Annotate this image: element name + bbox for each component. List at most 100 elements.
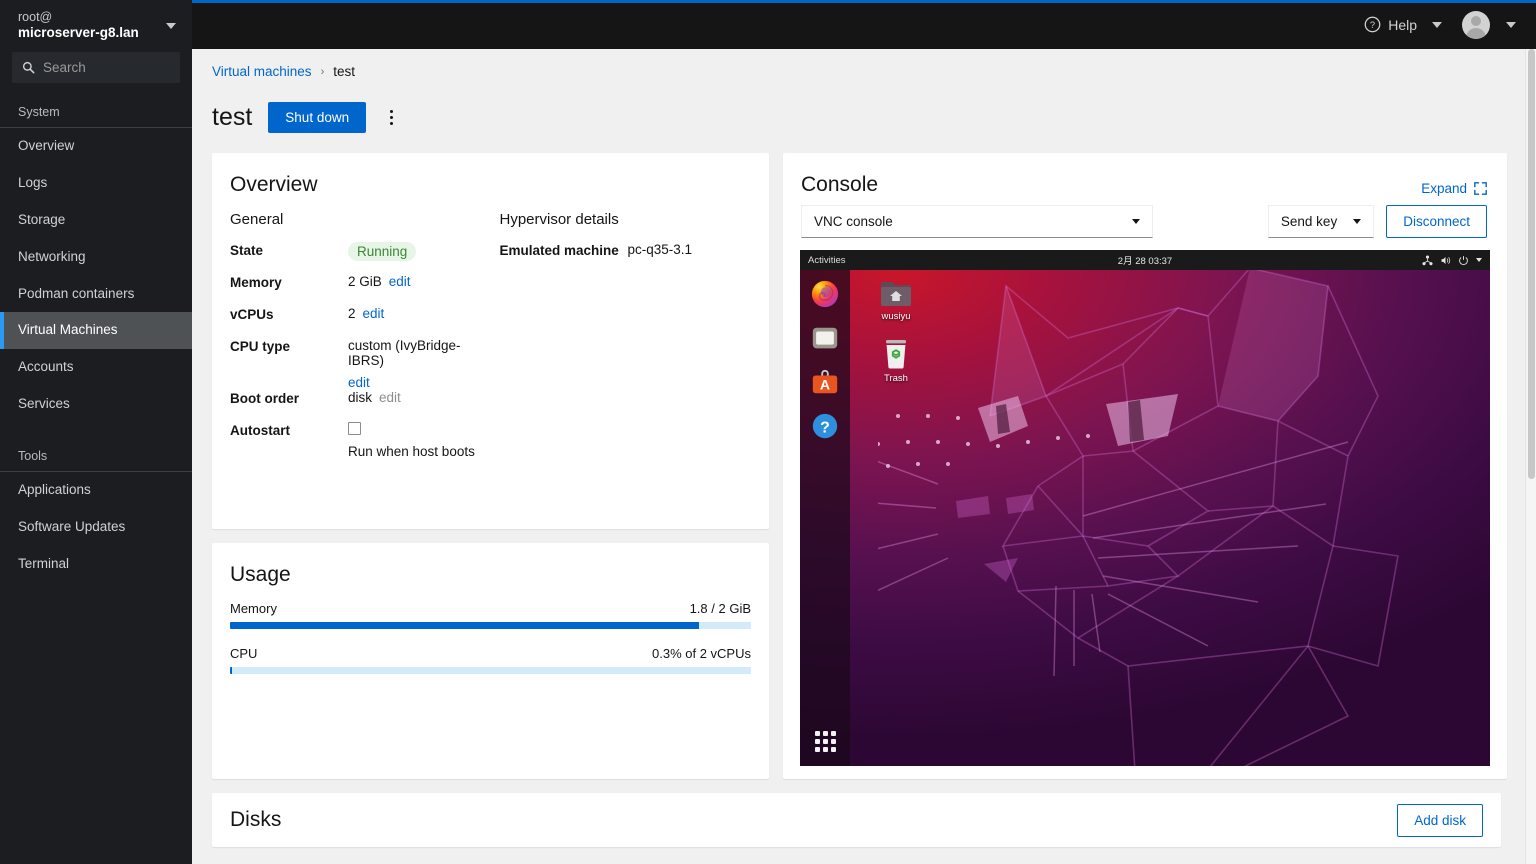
label-memory: Memory xyxy=(230,274,348,290)
sidebar-item-terminal[interactable]: Terminal xyxy=(0,546,192,583)
hypervisor-subtitle: Hypervisor details xyxy=(500,211,752,242)
label-emulated-machine: Emulated machine xyxy=(500,242,628,258)
breadcrumb-link-virtual-machines[interactable]: Virtual machines xyxy=(212,64,312,79)
label-state: State xyxy=(230,242,348,258)
cards-row: Overview General State Running xyxy=(212,153,1501,779)
wallpaper-fossa-art xyxy=(878,270,1490,766)
sidebar: root@ microserver-g8.lan System Overview… xyxy=(0,0,192,864)
guest-system-icons[interactable] xyxy=(1422,255,1482,266)
usage-label-cpu: CPU xyxy=(230,646,257,661)
search-container xyxy=(0,52,192,93)
kebab-menu-icon[interactable] xyxy=(382,104,401,131)
row-cpu-type: CPU type custom (IvyBridge-IBRS) edit xyxy=(230,338,482,390)
general-column: General State Running Memory 2 GiB xyxy=(230,211,482,459)
left-column: Overview General State Running xyxy=(212,153,769,779)
help-icon[interactable]: ? xyxy=(808,409,842,443)
value-emulated-machine: pc-q35-3.1 xyxy=(628,242,693,257)
files-icon[interactable] xyxy=(808,321,842,355)
page-title: test xyxy=(212,103,252,132)
right-column: Console Expand VNC cons xyxy=(783,153,1507,779)
power-icon xyxy=(1458,255,1469,266)
edit-vcpus-link[interactable]: edit xyxy=(363,306,385,321)
desktop-icon-trash[interactable]: Trash xyxy=(866,338,926,384)
sidebar-item-services[interactable]: Services xyxy=(0,386,192,423)
cpu-progress-fill xyxy=(230,667,232,674)
page-header: test Shut down xyxy=(212,79,1501,153)
guest-clock[interactable]: 2月 28 03:37 xyxy=(800,253,1490,267)
shut-down-button[interactable]: Shut down xyxy=(268,102,366,133)
user-menu-button[interactable] xyxy=(1456,7,1522,43)
usage-item-memory: Memory 1.8 / 2 GiB xyxy=(230,601,751,646)
vertical-scrollbar[interactable] xyxy=(1525,49,1536,864)
sidebar-item-logs[interactable]: Logs xyxy=(0,165,192,202)
content-area: Virtual machines › test test Shut down xyxy=(192,49,1536,864)
console-type-select[interactable]: VNC console xyxy=(801,205,1153,238)
search-input[interactable] xyxy=(43,60,170,75)
app-grid-icon[interactable] xyxy=(808,724,842,758)
chevron-down-icon xyxy=(1506,22,1516,28)
usage-card: Usage Memory 1.8 / 2 GiB xyxy=(212,543,769,779)
home-folder-icon xyxy=(879,278,913,308)
guest-desktop[interactable]: wusiyu xyxy=(800,270,1490,766)
sidebar-item-applications[interactable]: Applications xyxy=(0,472,192,509)
cockpit-window: root@ microserver-g8.lan System Overview… xyxy=(0,0,1536,864)
usage-label-memory: Memory xyxy=(230,601,277,616)
desktop-icon-home[interactable]: wusiyu xyxy=(866,278,926,322)
network-icon xyxy=(1422,255,1433,266)
disks-title: Disks xyxy=(230,808,281,832)
sidebar-item-overview[interactable]: Overview xyxy=(0,128,192,165)
console-toolbar: VNC console Send key Disconnect xyxy=(783,197,1507,250)
row-autostart: Autostart Run when host boots xyxy=(230,422,482,459)
label-vcpus: vCPUs xyxy=(230,306,348,322)
nav-spacer xyxy=(0,423,192,437)
status-badge: Running xyxy=(348,242,416,261)
sidebar-item-accounts[interactable]: Accounts xyxy=(0,349,192,386)
volume-icon xyxy=(1440,255,1451,266)
edit-cpu-type-link[interactable]: edit xyxy=(348,375,370,390)
send-key-label: Send key xyxy=(1281,214,1337,229)
add-disk-button[interactable]: Add disk xyxy=(1397,804,1483,837)
breadcrumb: Virtual machines › test xyxy=(212,49,1501,79)
nav-group-title-system: System xyxy=(0,93,192,127)
sidebar-nav: System Overview Logs Storage Networking … xyxy=(0,93,192,583)
nav-group-title-tools: Tools xyxy=(0,437,192,471)
ubuntu-software-icon[interactable]: A xyxy=(808,365,842,399)
sidebar-item-storage[interactable]: Storage xyxy=(0,202,192,239)
autostart-checkbox[interactable] xyxy=(348,422,361,435)
sidebar-item-podman-containers[interactable]: Podman containers xyxy=(0,276,192,313)
value-memory: 2 GiB xyxy=(348,274,382,289)
row-state: State Running xyxy=(230,242,482,274)
expand-button[interactable]: Expand xyxy=(1421,173,1487,196)
search-box[interactable] xyxy=(12,52,180,83)
host-switcher[interactable]: root@ microserver-g8.lan xyxy=(0,0,192,52)
firefox-icon[interactable] xyxy=(808,277,842,311)
host-name: microserver-g8.lan xyxy=(18,25,139,42)
expand-icon xyxy=(1474,182,1487,195)
sidebar-item-virtual-machines[interactable]: Virtual Machines xyxy=(0,312,192,349)
chevron-down-icon xyxy=(166,23,176,29)
value-vcpus: 2 xyxy=(348,306,356,321)
help-button[interactable]: ? Help xyxy=(1356,10,1450,39)
trash-icon xyxy=(881,338,911,370)
send-key-dropdown[interactable]: Send key xyxy=(1268,205,1374,238)
row-vcpus: vCPUs 2 edit xyxy=(230,306,482,338)
edit-memory-link[interactable]: edit xyxy=(389,274,411,289)
guest-top-bar: Activities 2月 28 03:37 xyxy=(800,250,1490,270)
disconnect-button[interactable]: Disconnect xyxy=(1386,205,1487,238)
usage-value-memory: 1.8 / 2 GiB xyxy=(690,601,751,616)
console-title: Console xyxy=(801,173,878,197)
main-column: ? Help Virtual machines › test xyxy=(192,0,1536,864)
usage-item-cpu: CPU 0.3% of 2 vCPUs xyxy=(230,646,751,691)
scrollbar-thumb[interactable] xyxy=(1528,49,1535,479)
expand-label: Expand xyxy=(1421,181,1467,196)
edit-boot-order-link[interactable]: edit xyxy=(379,390,401,405)
vnc-viewport[interactable]: Activities 2月 28 03:37 xyxy=(800,250,1490,766)
hypervisor-column: Hypervisor details Emulated machine pc-q… xyxy=(482,211,752,459)
svg-text:?: ? xyxy=(1370,20,1375,30)
sidebar-item-networking[interactable]: Networking xyxy=(0,239,192,276)
row-boot-order: Boot order disk edit xyxy=(230,390,482,422)
sidebar-item-software-updates[interactable]: Software Updates xyxy=(0,509,192,546)
svg-text:A: A xyxy=(820,377,830,393)
overview-card: Overview General State Running xyxy=(212,153,769,529)
caret-down-icon xyxy=(1476,258,1482,262)
